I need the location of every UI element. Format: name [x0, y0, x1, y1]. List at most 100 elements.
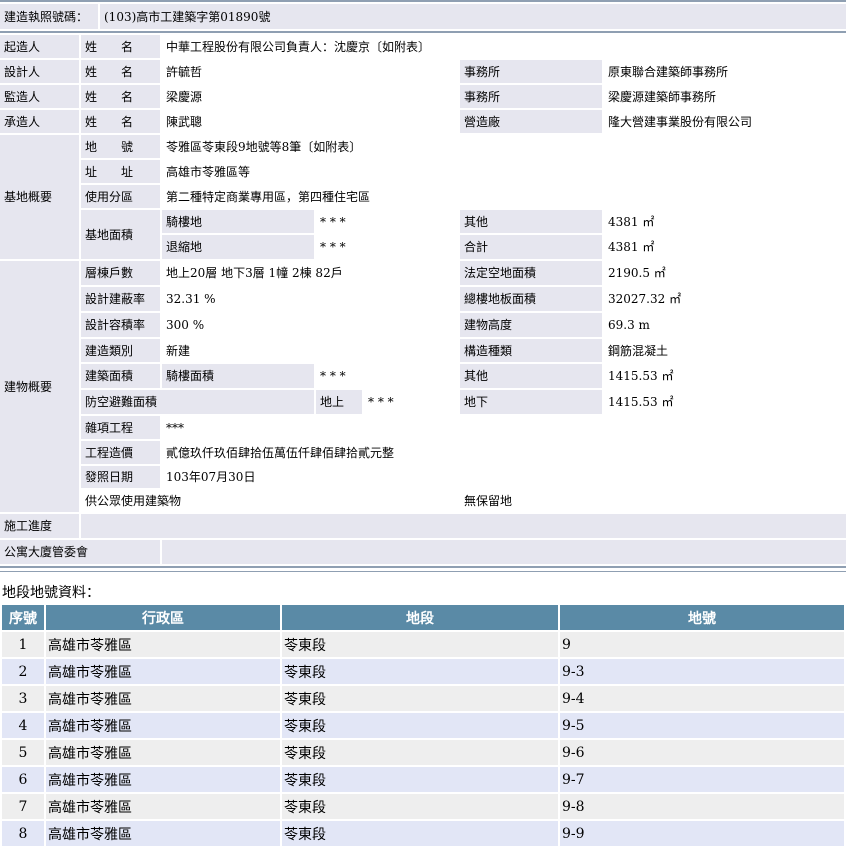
- coverage-value: 32.31 %: [162, 287, 458, 311]
- site-arcade: * * *: [316, 210, 458, 233]
- starter-name-label: 姓 名: [81, 35, 160, 58]
- site-other-label: 其他: [460, 210, 602, 233]
- lot-seq: 8: [2, 821, 44, 846]
- lot-number: 9-7: [560, 767, 844, 792]
- lots-header-lot-number: 地號: [560, 605, 844, 630]
- cost-value: 貳億玖仟玖佰肆拾伍萬伍仟肆佰肆拾貳元整: [162, 441, 846, 464]
- far-value: 300 %: [162, 313, 458, 337]
- progress-label: 施工進度: [0, 514, 79, 538]
- lot-district: 高雄市苓雅區: [46, 659, 280, 684]
- contractor-label: 承造人: [0, 110, 79, 133]
- site-setback: * * *: [316, 235, 458, 259]
- lots-header-seq: 序號: [2, 605, 44, 630]
- lots-caption: 地段地號資料：: [2, 585, 100, 601]
- lot-seq: 3: [2, 686, 44, 711]
- lot-district: 高雄市苓雅區: [46, 713, 280, 738]
- designer-name: 許毓哲: [162, 60, 458, 83]
- supervisor-office-label: 事務所: [460, 85, 602, 108]
- lot-section: 苓東段: [282, 767, 558, 792]
- far-label: 設計容積率: [81, 313, 160, 337]
- public-use-value: 無保留地: [460, 490, 846, 512]
- building-other-value: 1415.53 ㎡: [604, 364, 846, 388]
- lot-seq: 2: [2, 659, 44, 684]
- supervisor-office: 梁慶源建築師事務所: [604, 85, 846, 108]
- supervisor-name: 梁慶源: [162, 85, 458, 108]
- site-lot: 苓雅區苓東段9地號等8筆〔如附表〕: [162, 135, 846, 158]
- issue-date-label: 發照日期: [81, 466, 160, 488]
- contractor-company-label: 營造廠: [460, 110, 602, 133]
- above-ground-value: * * *: [364, 390, 458, 414]
- lot-district: 高雄市苓雅區: [46, 632, 280, 657]
- lot-section: 苓東段: [282, 713, 558, 738]
- lot-district: 高雄市苓雅區: [46, 686, 280, 711]
- site-total-label: 合計: [460, 235, 602, 259]
- misc-work-label: 雜項工程: [81, 416, 160, 439]
- above-ground-label: 地上: [316, 390, 362, 414]
- site-arcade-label: 騎樓地: [162, 210, 314, 233]
- site-area-label: 基地面積: [81, 210, 160, 259]
- contractor-name: 陳武聰: [162, 110, 458, 133]
- designer-name-label: 姓 名: [81, 60, 160, 83]
- site-summary-label: 基地概要: [0, 135, 79, 259]
- structure-value: 鋼筋混凝土: [604, 339, 846, 362]
- building-other-label: 其他: [460, 364, 602, 388]
- lot-section: 苓東段: [282, 632, 558, 657]
- site-lot-label: 地 號: [81, 135, 160, 158]
- height-value: 69.3 m: [604, 313, 846, 337]
- issue-date-value: 103年07月30日: [162, 466, 846, 488]
- lot-number: 9-6: [560, 740, 844, 765]
- contractor-company: 隆大營建事業股份有限公司: [604, 110, 846, 133]
- site-other: 4381 ㎡: [604, 210, 846, 233]
- starter-label: 起造人: [0, 35, 79, 58]
- structure-label: 構造種類: [460, 339, 602, 362]
- lot-district: 高雄市苓雅區: [46, 740, 280, 765]
- height-label: 建物高度: [460, 313, 602, 337]
- starter-name: 中華工程股份有限公司負責人：沈慶京〔如附表〕: [162, 35, 846, 58]
- lot-number: 9-9: [560, 821, 844, 846]
- supervisor-name-label: 姓 名: [81, 85, 160, 108]
- lot-number: 9: [560, 632, 844, 657]
- permit-label: 建造執照號碼：: [0, 4, 98, 29]
- designer-label: 設計人: [0, 60, 79, 83]
- lot-district: 高雄市苓雅區: [46, 767, 280, 792]
- site-setback-label: 退縮地: [162, 235, 314, 259]
- designer-office: 原東聯合建築師事務所: [604, 60, 846, 83]
- lot-number: 9-3: [560, 659, 844, 684]
- building-summary-label: 建物概要: [0, 261, 79, 512]
- supervisor-label: 監造人: [0, 85, 79, 108]
- contractor-name-label: 姓 名: [81, 110, 160, 133]
- lot-seq: 7: [2, 794, 44, 819]
- shelter-area-label: 防空避難面積: [81, 390, 314, 414]
- designer-office-label: 事務所: [460, 60, 602, 83]
- permit-number: (103)高市工建築字第01890號: [100, 4, 846, 29]
- lot-district: 高雄市苓雅區: [46, 794, 280, 819]
- lot-section: 苓東段: [282, 686, 558, 711]
- site-total: 4381 ㎡: [604, 235, 846, 259]
- lots-header-district: 行政區: [46, 605, 280, 630]
- floor-area-value: 32027.32 ㎡: [604, 287, 846, 311]
- lot-number: 9-5: [560, 713, 844, 738]
- lot-district: 高雄市苓雅區: [46, 821, 280, 846]
- lot-seq: 6: [2, 767, 44, 792]
- cost-label: 工程造價: [81, 441, 160, 464]
- lot-section: 苓東段: [282, 821, 558, 846]
- lot-seq: 1: [2, 632, 44, 657]
- floor-area-label: 總樓地板面積: [460, 287, 602, 311]
- lot-section: 苓東段: [282, 794, 558, 819]
- lot-section: 苓東段: [282, 659, 558, 684]
- open-space-label: 法定空地面積: [460, 261, 602, 285]
- progress-value: [81, 514, 846, 538]
- arcade-area-value: * * *: [316, 364, 458, 388]
- arcade-area-label: 騎樓面積: [162, 364, 314, 388]
- committee-value: [162, 540, 846, 564]
- site-address: 高雄市苓雅區等: [162, 160, 846, 183]
- category-label: 建造類別: [81, 339, 160, 362]
- lot-number: 9-8: [560, 794, 844, 819]
- lot-section: 苓東段: [282, 740, 558, 765]
- lot-seq: 4: [2, 713, 44, 738]
- site-zone: 第二種特定商業專用區，第四種住宅區: [162, 185, 846, 208]
- site-address-label: 址 址: [81, 160, 160, 183]
- top-border: [0, 0, 846, 2]
- building-area-label: 建築面積: [81, 364, 160, 388]
- below-ground-value: 1415.53 ㎡: [604, 390, 846, 414]
